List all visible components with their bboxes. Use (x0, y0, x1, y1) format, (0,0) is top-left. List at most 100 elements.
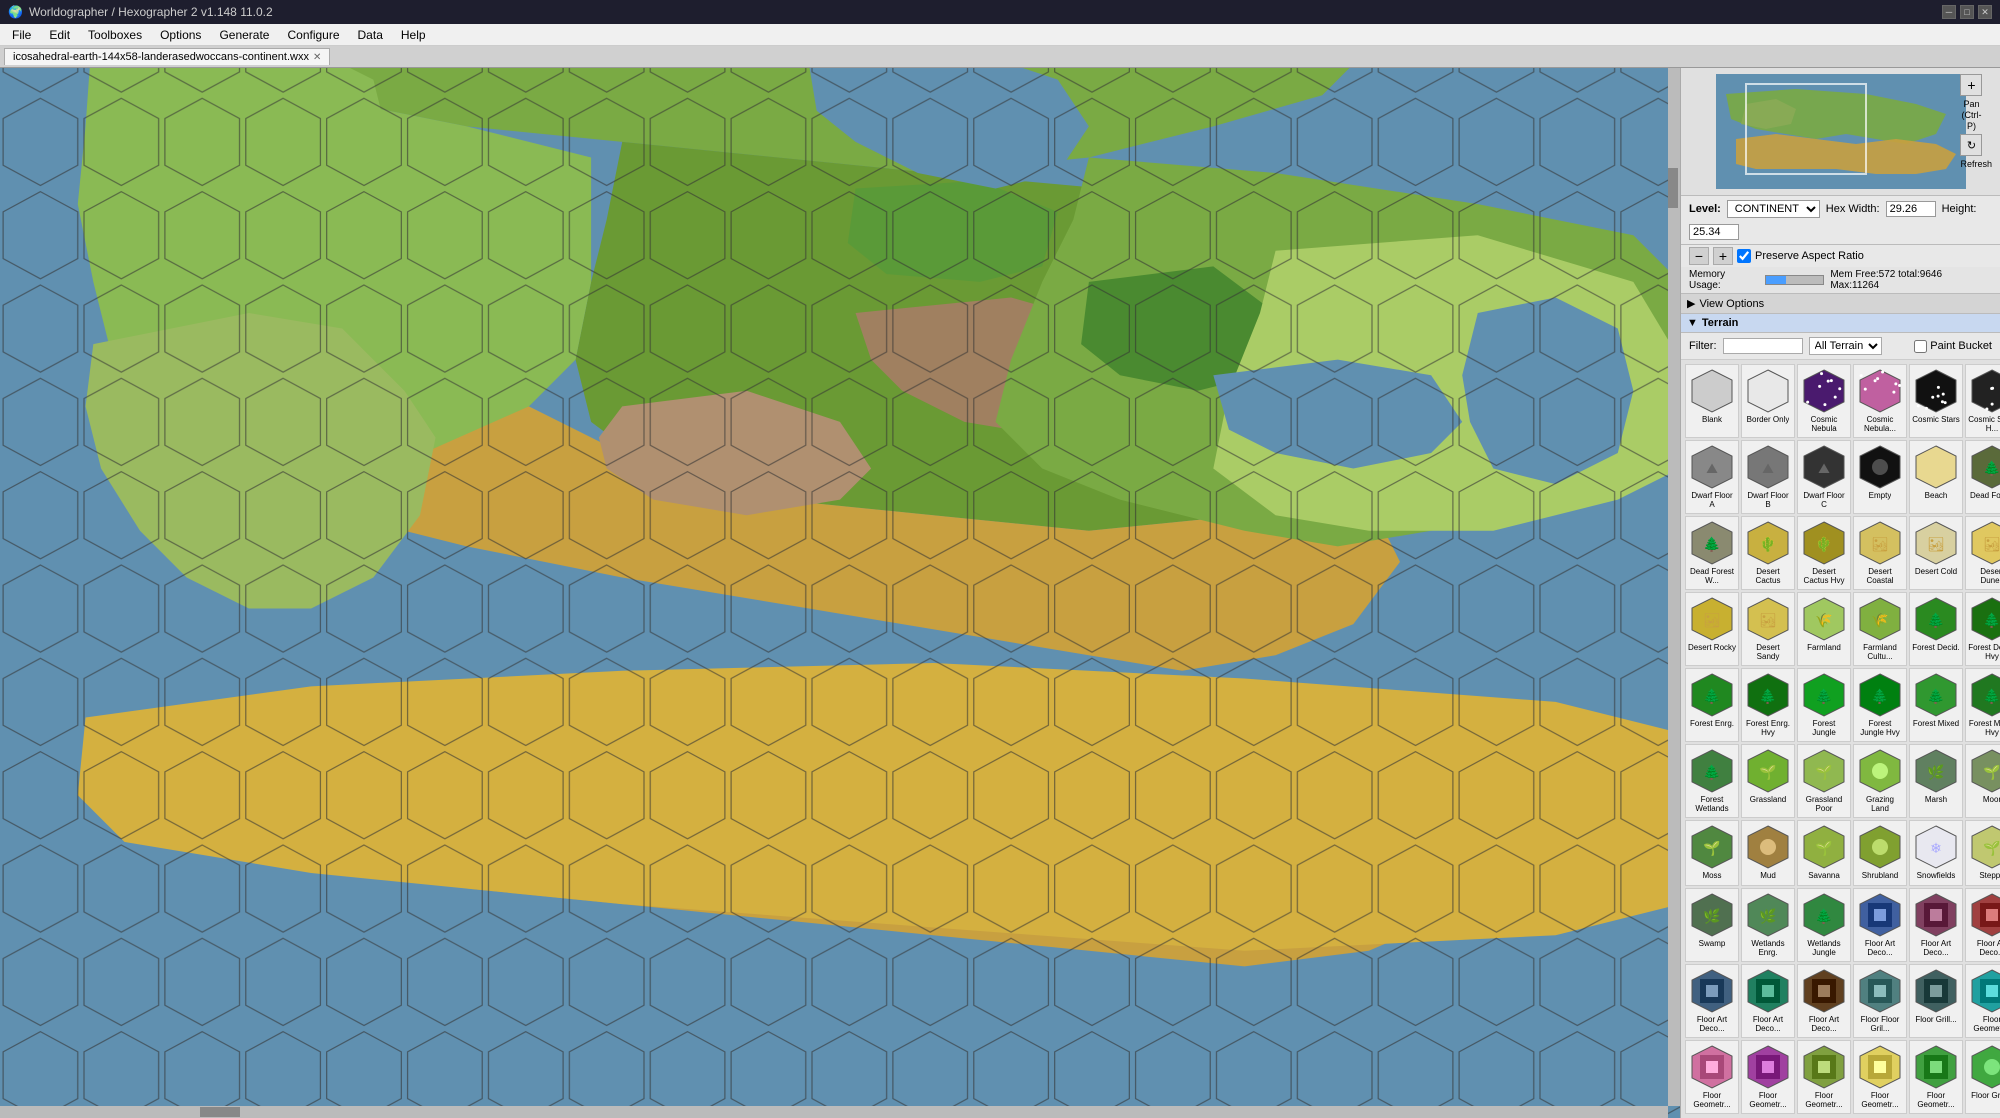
terrain-tile-31[interactable]: 🌱Grassland (1741, 744, 1795, 818)
terrain-image-0 (1688, 367, 1736, 415)
terrain-tile-15[interactable]: 🏜Desert Coastal (1853, 516, 1907, 590)
terrain-tile-14[interactable]: 🌵Desert Cactus Hvy (1797, 516, 1851, 590)
terrain-tile-50[interactable]: Floor Art Deco... (1797, 964, 1851, 1038)
terrain-tile-4[interactable]: Cosmic Stars (1909, 364, 1963, 438)
terrain-tile-6[interactable]: ⛰Dwarf Floor A (1685, 440, 1739, 514)
terrain-tile-45[interactable]: Floor Art Deco... (1853, 888, 1907, 962)
terrain-header[interactable]: ▼ Terrain (1681, 314, 2000, 333)
zoom-in-button[interactable]: + (1960, 74, 1982, 96)
terrain-tile-9[interactable]: Empty (1853, 440, 1907, 514)
terrain-tile-25[interactable]: 🌲Forest Enrg. Hvy (1741, 668, 1795, 742)
terrain-tile-2[interactable]: Cosmic Nebula (1797, 364, 1851, 438)
filter-input[interactable] (1723, 338, 1803, 354)
terrain-tile-52[interactable]: Floor Grill... (1909, 964, 1963, 1038)
terrain-tile-54[interactable]: Floor Geometr... (1685, 1040, 1739, 1114)
terrain-tile-34[interactable]: 🌿Marsh (1909, 744, 1963, 818)
terrain-name-25: Forest Enrg. Hvy (1744, 720, 1792, 738)
terrain-tile-8[interactable]: ⛰Dwarf Floor C (1797, 440, 1851, 514)
terrain-tile-3[interactable]: Cosmic Nebula... (1853, 364, 1907, 438)
terrain-tile-30[interactable]: 🌲Forest Wetlands (1685, 744, 1739, 818)
horizontal-scrollbar[interactable] (0, 1106, 1668, 1118)
terrain-name-8: Dwarf Floor C (1800, 492, 1848, 510)
terrain-tile-17[interactable]: 🏜Desert Dunes (1965, 516, 2000, 590)
terrain-tile-43[interactable]: 🌿Wetlands Enrg. (1741, 888, 1795, 962)
terrain-image-32: 🌱 (1800, 747, 1848, 795)
close-button[interactable]: ✕ (1978, 5, 1992, 19)
menu-item-toolboxes[interactable]: Toolboxes (80, 26, 150, 44)
terrain-tile-23[interactable]: 🌲Forest Decid. Hvy (1965, 592, 2000, 666)
menu-item-data[interactable]: Data (350, 26, 391, 44)
level-label: Level: (1689, 203, 1721, 215)
terrain-tile-21[interactable]: 🌾Farmland Cultu... (1853, 592, 1907, 666)
close-tab-icon[interactable]: ✕ (313, 52, 321, 63)
terrain-tile-0[interactable]: Blank (1685, 364, 1739, 438)
terrain-tile-11[interactable]: 🌲Dead Forest (1965, 440, 2000, 514)
terrain-tile-56[interactable]: Floor Geometr... (1797, 1040, 1851, 1114)
terrain-tile-33[interactable]: Grazing Land (1853, 744, 1907, 818)
terrain-tile-41[interactable]: 🌱Steppe (1965, 820, 2000, 885)
hex-height-input[interactable] (1689, 224, 1739, 240)
terrain-tile-40[interactable]: ❄Snowfields (1909, 820, 1963, 885)
terrain-tile-55[interactable]: Floor Geometr... (1741, 1040, 1795, 1114)
terrain-tile-53[interactable]: Floor Geometr... (1965, 964, 2000, 1038)
terrain-tile-29[interactable]: 🌲Forest Mixed Hvy (1965, 668, 2000, 742)
terrain-tile-42[interactable]: 🌿Swamp (1685, 888, 1739, 962)
terrain-tile-19[interactable]: 🏜Desert Sandy (1741, 592, 1795, 666)
terrain-tile-24[interactable]: 🌲Forest Enrg. (1685, 668, 1739, 742)
level-select[interactable]: CONTINENT (1727, 200, 1820, 218)
terrain-image-18: 🏜 (1688, 595, 1736, 643)
paint-bucket-checkbox[interactable] (1914, 340, 1927, 353)
terrain-tile-47[interactable]: Floor Art Deco... (1965, 888, 2000, 962)
menu-item-file[interactable]: File (4, 26, 39, 44)
terrain-tile-51[interactable]: Floor Floor Gril... (1853, 964, 1907, 1038)
view-options-header[interactable]: ▶ View Options (1681, 294, 2000, 314)
terrain-tile-10[interactable]: 🏖Beach (1909, 440, 1963, 514)
map-area[interactable] (0, 68, 1680, 1118)
terrain-tile-44[interactable]: 🌲Wetlands Jungle (1797, 888, 1851, 962)
filter-select[interactable]: All Terrain (1809, 337, 1882, 355)
terrain-tile-1[interactable]: Border Only (1741, 364, 1795, 438)
terrain-name-58: Floor Geometr... (1912, 1092, 1960, 1110)
terrain-tile-32[interactable]: 🌱Grassland Poor (1797, 744, 1851, 818)
terrain-tile-36[interactable]: 🌱Moss (1685, 820, 1739, 885)
minimize-button[interactable]: ─ (1942, 5, 1956, 19)
terrain-tile-48[interactable]: Floor Art Deco... (1685, 964, 1739, 1038)
terrain-tile-49[interactable]: Floor Art Deco... (1741, 964, 1795, 1038)
vertical-scrollbar[interactable] (1668, 68, 1680, 1106)
terrain-tile-46[interactable]: Floor Art Deco... (1909, 888, 1963, 962)
terrain-tile-18[interactable]: 🏜Desert Rocky (1685, 592, 1739, 666)
menu-item-options[interactable]: Options (152, 26, 209, 44)
terrain-tile-38[interactable]: 🌱Savanna (1797, 820, 1851, 885)
terrain-tile-16[interactable]: 🏜Desert Cold (1909, 516, 1963, 590)
terrain-tile-5[interactable]: Cosmic Stars H... (1965, 364, 2000, 438)
terrain-tile-59[interactable]: Floor Grass (1965, 1040, 2000, 1114)
preserve-aspect-checkbox[interactable] (1737, 249, 1751, 263)
active-tab[interactable]: icosahedral-earth-144x58-landerasedwocca… (4, 48, 330, 65)
svg-text:🏜: 🏜 (1983, 536, 2000, 552)
terrain-tile-13[interactable]: 🌵Desert Cactus (1741, 516, 1795, 590)
maximize-button[interactable]: □ (1960, 5, 1974, 19)
menu-item-generate[interactable]: Generate (211, 26, 277, 44)
terrain-tile-35[interactable]: 🌱Moor (1965, 744, 2000, 818)
menu-item-help[interactable]: Help (393, 26, 434, 44)
terrain-tile-20[interactable]: 🌾Farmland (1797, 592, 1851, 666)
terrain-tile-57[interactable]: Floor Geometr... (1853, 1040, 1907, 1114)
terrain-tile-27[interactable]: 🌲Forest Jungle Hvy (1853, 668, 1907, 742)
terrain-tile-12[interactable]: 🌲Dead Forest W... (1685, 516, 1739, 590)
terrain-tile-58[interactable]: Floor Geometr... (1909, 1040, 1963, 1114)
terrain-tile-28[interactable]: 🌲Forest Mixed (1909, 668, 1963, 742)
increase-button[interactable]: + (1713, 247, 1733, 265)
refresh-button[interactable]: ↻ (1960, 134, 1982, 156)
terrain-tile-22[interactable]: 🌲Forest Decid. (1909, 592, 1963, 666)
terrain-tile-7[interactable]: ⛰Dwarf Floor B (1741, 440, 1795, 514)
svg-text:⛰: ⛰ (1762, 460, 1774, 476)
terrain-tile-37[interactable]: Mud (1741, 820, 1795, 885)
menu-item-edit[interactable]: Edit (41, 26, 78, 44)
terrain-tile-39[interactable]: Shrubland (1853, 820, 1907, 885)
terrain-image-7: ⛰ (1744, 443, 1792, 491)
terrain-tile-26[interactable]: 🌲Forest Jungle (1797, 668, 1851, 742)
terrain-name-34: Marsh (1925, 796, 1947, 805)
decrease-button[interactable]: − (1689, 247, 1709, 265)
hex-width-input[interactable] (1886, 201, 1936, 217)
menu-item-configure[interactable]: Configure (279, 26, 347, 44)
